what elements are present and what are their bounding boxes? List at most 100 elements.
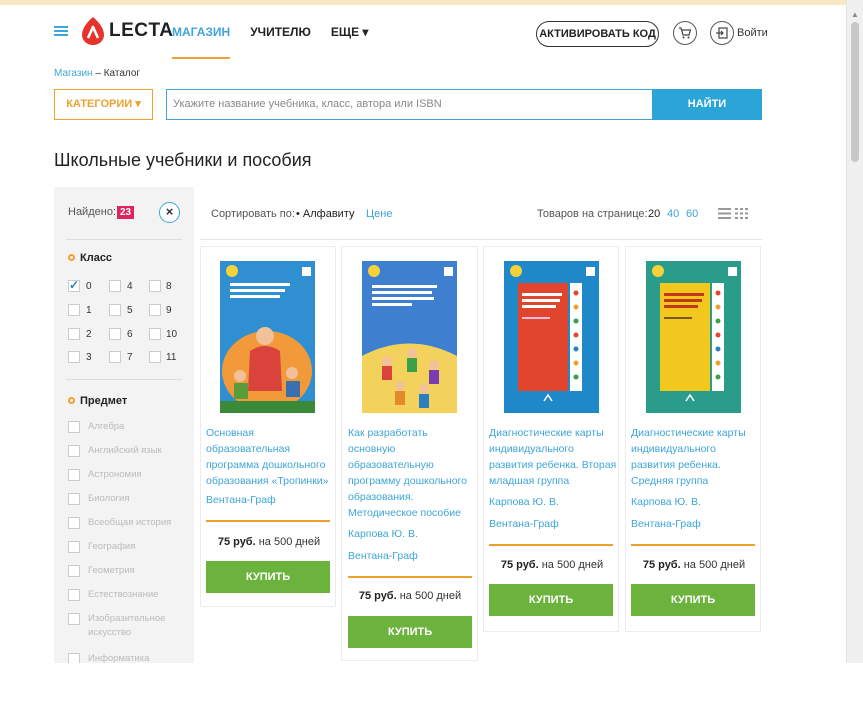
- class-label-6: 6: [127, 329, 133, 340]
- logo[interactable]: LECTA: [82, 17, 173, 45]
- divider: [66, 379, 182, 380]
- class-checkbox-7[interactable]: [109, 351, 121, 363]
- product-title[interactable]: Диагностические карты индивидуального ра…: [489, 425, 617, 489]
- scrollbar-thumb[interactable]: [851, 22, 859, 162]
- class-checkbox-1[interactable]: [68, 304, 80, 316]
- class-checkbox-3[interactable]: [68, 351, 80, 363]
- nav-more[interactable]: ЕЩЕ ▾: [331, 5, 369, 59]
- product-publisher[interactable]: Вентана-Граф: [348, 550, 418, 562]
- product-card[interactable]: Диагностические карты индивидуального ра…: [483, 246, 619, 632]
- product-author[interactable]: Карпова Ю. В.: [489, 496, 559, 508]
- product-title[interactable]: Как разработать основную образовательную…: [348, 425, 476, 521]
- book-cover-image: [362, 261, 457, 413]
- product-publisher[interactable]: Вентана-Граф: [206, 494, 276, 506]
- class-facet-title[interactable]: Класс: [68, 252, 112, 264]
- class-label-4: 4: [127, 281, 133, 292]
- price-divider: [348, 576, 472, 578]
- price-divider: [631, 544, 755, 546]
- class-label-0: 0: [86, 281, 92, 292]
- product-author[interactable]: Карпова Ю. В.: [348, 528, 418, 540]
- facet-dot-icon: [68, 397, 75, 404]
- activate-code-button[interactable]: АКТИВИРОВАТЬ КОД: [536, 21, 659, 47]
- scrollbar[interactable]: ▲: [846, 0, 863, 663]
- class-label-10: 10: [166, 329, 178, 340]
- price-term: на 500 дней: [541, 559, 604, 571]
- buy-button[interactable]: КУПИТЬ: [631, 584, 755, 616]
- scroll-up-icon[interactable]: ▲: [851, 10, 859, 19]
- lecta-logo-icon: [82, 17, 104, 45]
- class-checkbox-11[interactable]: [149, 351, 161, 363]
- book-cover[interactable]: [646, 261, 741, 413]
- class-checkbox-5[interactable]: [109, 304, 121, 316]
- product-publisher[interactable]: Вентана-Граф: [631, 518, 701, 530]
- product-author[interactable]: Карпова Ю. В.: [631, 496, 701, 508]
- book-cover-image: [504, 261, 599, 413]
- class-checkbox-10[interactable]: [149, 328, 161, 340]
- subject-checkbox[interactable]: [68, 445, 80, 457]
- subject-checkbox[interactable]: [68, 421, 80, 433]
- class-label-8: 8: [166, 281, 172, 292]
- sort-by-price[interactable]: Цене: [366, 208, 392, 220]
- subject-facet-title[interactable]: Предмет: [68, 395, 127, 407]
- breadcrumb-separator: –: [92, 68, 104, 79]
- subject-checkbox[interactable]: [68, 653, 80, 663]
- product-price: 75 руб. на 500 дней: [626, 559, 762, 571]
- buy-button[interactable]: КУПИТЬ: [489, 584, 613, 616]
- cart-button[interactable]: [673, 21, 697, 45]
- buy-button[interactable]: КУПИТЬ: [206, 561, 330, 593]
- price-term: на 500 дней: [399, 590, 462, 602]
- nav-teacher[interactable]: УЧИТЕЛЮ: [250, 5, 311, 59]
- buy-button[interactable]: КУПИТЬ: [348, 616, 472, 648]
- page-title: Школьные учебники и пособия: [54, 150, 312, 170]
- per-page-40[interactable]: 40: [667, 208, 679, 220]
- subject-label: Алгебра: [88, 421, 125, 432]
- nav-store[interactable]: МАГАЗИН: [172, 5, 231, 59]
- grid-view-icon[interactable]: [735, 208, 748, 219]
- class-checkbox-0[interactable]: [68, 278, 80, 292]
- product-price: 75 руб. на 500 дней: [201, 536, 337, 548]
- product-card[interactable]: Основная образовательная программа дошко…: [200, 246, 336, 607]
- class-label-9: 9: [166, 305, 172, 316]
- sort-by-alphabet[interactable]: • Алфавиту: [296, 208, 354, 220]
- class-checkbox-6[interactable]: [109, 328, 121, 340]
- book-cover[interactable]: [220, 261, 315, 413]
- subject-checkbox[interactable]: [68, 541, 80, 553]
- class-label-11: 11: [166, 352, 177, 363]
- login-link[interactable]: Войти: [737, 27, 768, 39]
- book-cover[interactable]: [362, 261, 457, 413]
- subject-checkbox[interactable]: [68, 613, 80, 625]
- subject-label: Биология: [88, 493, 130, 504]
- logo-text: LECTA: [109, 20, 174, 41]
- login-button[interactable]: [710, 21, 734, 45]
- subject-checkbox[interactable]: [68, 517, 80, 529]
- class-checkbox-2[interactable]: [68, 328, 80, 340]
- per-page-20[interactable]: 20: [648, 208, 660, 220]
- per-page-label: Товаров на странице:: [537, 208, 648, 220]
- class-checkbox-8[interactable]: [149, 280, 161, 292]
- per-page-60[interactable]: 60: [686, 208, 698, 220]
- class-checkbox-4[interactable]: [109, 280, 121, 292]
- search-button[interactable]: НАЙТИ: [652, 89, 762, 120]
- breadcrumb: Магазин – Каталог: [54, 68, 140, 79]
- categories-button[interactable]: КАТЕГОРИИ ▾: [54, 89, 153, 120]
- product-price: 75 руб. на 500 дней: [342, 590, 478, 602]
- product-title[interactable]: Основная образовательная программа дошко…: [206, 425, 334, 489]
- menu-icon[interactable]: [54, 26, 68, 36]
- subject-checkbox[interactable]: [68, 565, 80, 577]
- product-publisher[interactable]: Вентана-Граф: [489, 518, 559, 530]
- subject-checkbox[interactable]: [68, 493, 80, 505]
- product-card[interactable]: Диагностические карты индивидуального ра…: [625, 246, 761, 632]
- product-card[interactable]: Как разработать основную образовательную…: [341, 246, 478, 661]
- subject-label: Естествознание: [88, 589, 159, 600]
- filter-sidebar: Найдено:23 × Класс 0 4 8 1 5 9 2 6 10 3 …: [54, 187, 194, 663]
- subject-checkbox[interactable]: [68, 589, 80, 601]
- book-cover[interactable]: [504, 261, 599, 413]
- reset-filters-button[interactable]: ×: [159, 202, 180, 223]
- class-checkbox-9[interactable]: [149, 304, 161, 316]
- product-title[interactable]: Диагностические карты индивидуального ра…: [631, 425, 759, 489]
- search-input[interactable]: Укажите название учебника, класс, автора…: [166, 89, 652, 120]
- cart-icon: [679, 27, 692, 39]
- breadcrumb-root[interactable]: Магазин: [54, 68, 93, 79]
- subject-checkbox[interactable]: [68, 469, 80, 481]
- list-view-icon[interactable]: [718, 208, 731, 219]
